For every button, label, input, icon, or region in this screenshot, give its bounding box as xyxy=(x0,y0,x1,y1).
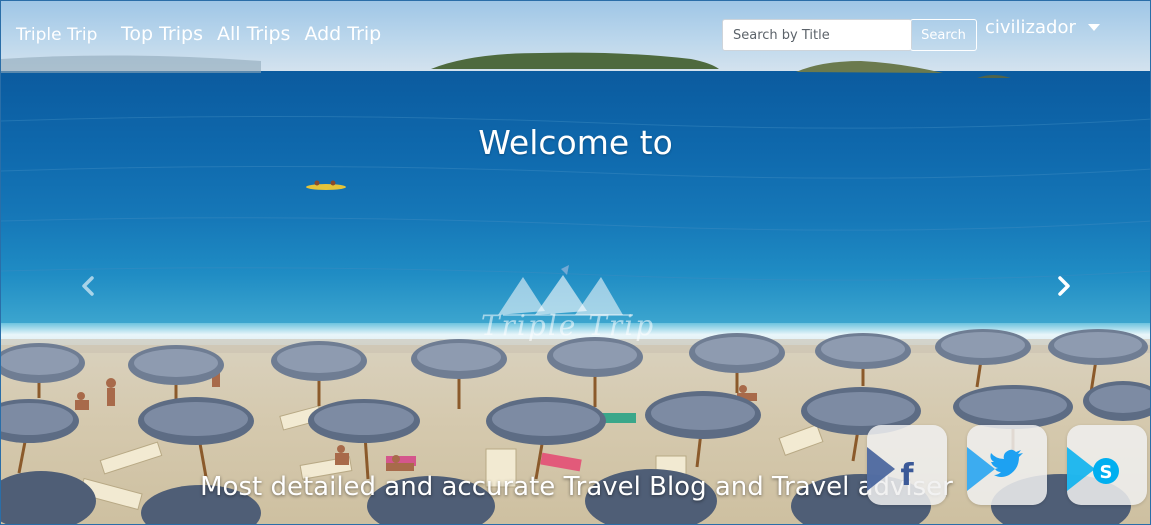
svg-text:f: f xyxy=(900,458,914,493)
nav-link-add-trip[interactable]: Add Trip xyxy=(304,23,381,45)
carousel-prev-button[interactable] xyxy=(73,271,103,301)
username: civilizador xyxy=(985,17,1076,38)
facebook-icon: f xyxy=(867,447,914,493)
skype-icon: S xyxy=(1067,447,1119,491)
brand-link[interactable]: Triple Trip xyxy=(16,25,97,45)
svg-text:S: S xyxy=(1100,462,1113,483)
triple-trip-logo: Triple Trip xyxy=(463,263,673,349)
user-menu-dropdown[interactable]: civilizador xyxy=(985,17,1100,38)
search-input[interactable] xyxy=(722,19,912,51)
chevron-right-icon xyxy=(1058,276,1070,296)
caret-down-icon xyxy=(1087,24,1100,31)
chevron-left-icon xyxy=(82,276,94,296)
nav-link-all-trips[interactable]: All Trips xyxy=(217,23,290,45)
nav-links: Top Trips All Trips Add Trip xyxy=(121,23,381,45)
page-frame: Triple Trip Top Trips All Trips Add Trip… xyxy=(0,0,1151,525)
carousel-title: Welcome to xyxy=(478,123,673,162)
logo-text: Triple Trip xyxy=(480,309,656,342)
twitter-icon xyxy=(967,447,1023,491)
search-button[interactable]: Search xyxy=(910,19,977,51)
skype-button[interactable]: S xyxy=(1067,425,1147,505)
carousel-next-button[interactable] xyxy=(1049,271,1079,301)
nav-link-top-trips[interactable]: Top Trips xyxy=(121,23,203,45)
facebook-button[interactable]: f xyxy=(867,425,947,505)
top-navbar: Triple Trip Top Trips All Trips Add Trip… xyxy=(1,1,1150,69)
twitter-button[interactable] xyxy=(967,425,1047,505)
